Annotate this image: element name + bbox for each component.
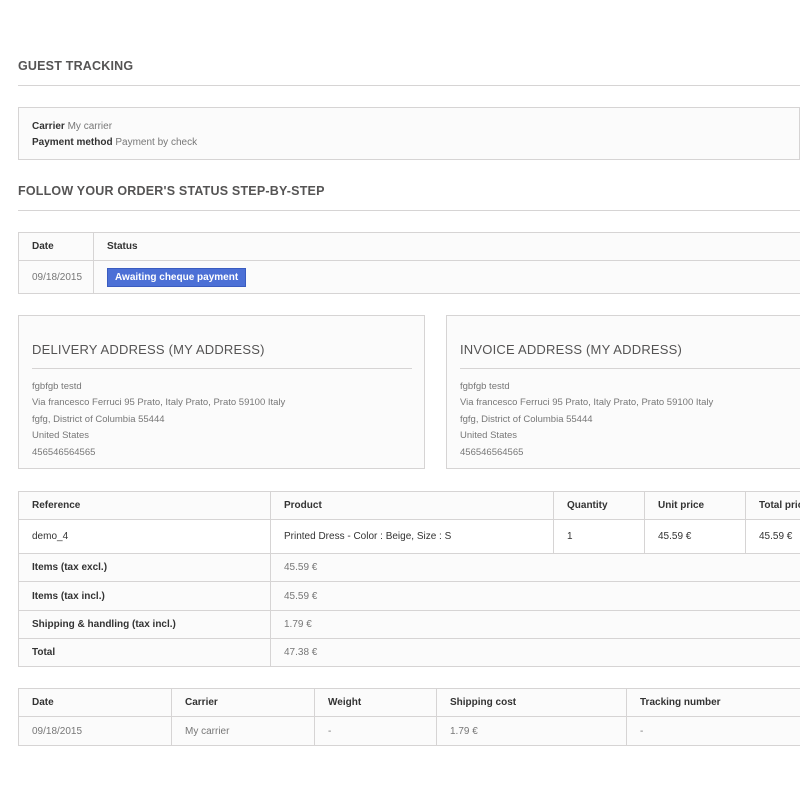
totals-row: Shipping & handling (tax incl.) 1.79 € — [18, 610, 800, 639]
delivery-name: fgbfgb testd — [32, 381, 82, 392]
totals-row: Items (tax excl.) 45.59 € — [18, 553, 800, 582]
products-table: Reference Product Quantity Unit price To… — [18, 491, 800, 667]
invoice-phone: 456546564565 — [460, 446, 524, 458]
invoice-address-divider — [460, 368, 800, 369]
delivery-street: Via francesco Ferruci 95 Prato, Italy Pr… — [32, 397, 286, 409]
product-total-price: 45.59 € — [745, 519, 800, 554]
shipping-handling-label: Shipping & handling (tax incl.) — [18, 610, 271, 639]
items-tax-excl-value: 45.59 € — [270, 553, 800, 582]
product-name: Printed Dress - Color : Beige, Size : S — [270, 519, 554, 554]
invoice-address-title: INVOICE ADDRESS (MY ADDRESS) — [460, 342, 683, 357]
shipping-header-tracking: Tracking number — [626, 688, 800, 717]
guest-tracking-title: GUEST TRACKING — [18, 59, 134, 73]
totals-row: Items (tax incl.) 45.59 € — [18, 581, 800, 611]
status-divider — [18, 210, 800, 211]
status-header-row: Date Status — [18, 232, 800, 261]
delivery-address-title: DELIVERY ADDRESS (MY ADDRESS) — [32, 342, 265, 357]
shipping-header-cost: Shipping cost — [436, 688, 627, 717]
table-row: 09/18/2015 My carrier - 1.79 € - — [18, 716, 800, 746]
product-quantity: 1 — [553, 519, 645, 554]
shipping-table: Date Carrier Weight Shipping cost Tracki… — [18, 688, 800, 746]
shipping-weight: - — [314, 716, 437, 746]
shipping-date: 09/18/2015 — [18, 716, 172, 746]
totals-row: Total 47.38 € — [18, 638, 800, 667]
payment-value: Payment by check — [115, 137, 198, 148]
products-header-quantity: Quantity — [553, 491, 645, 520]
table-row: demo_4 Printed Dress - Color : Beige, Si… — [18, 519, 800, 554]
shipping-header-carrier: Carrier — [171, 688, 315, 717]
status-date: 09/18/2015 — [18, 260, 94, 294]
product-unit-price: 45.59 € — [644, 519, 746, 554]
shipping-handling-value: 1.79 € — [270, 610, 800, 639]
title-divider — [18, 85, 800, 86]
delivery-phone: 456546564565 — [32, 446, 96, 458]
order-info-box: Carrier My carrier Payment method Paymen… — [18, 107, 800, 160]
invoice-city: fgfg, District of Columbia 55444 — [460, 413, 593, 425]
delivery-city: fgfg, District of Columbia 55444 — [32, 413, 165, 425]
products-header-total-price: Total price — [745, 491, 800, 520]
invoice-address-lines: fgbfgb testd Via francesco Ferruci 95 Pr… — [460, 379, 713, 461]
items-tax-excl-label: Items (tax excl.) — [18, 553, 271, 582]
shipping-tracking-number: - — [626, 716, 800, 746]
follow-status-title: FOLLOW YOUR ORDER'S STATUS STEP-BY-STEP — [18, 184, 325, 198]
table-row: 09/18/2015 Awaiting cheque payment — [18, 260, 800, 294]
items-tax-incl-label: Items (tax incl.) — [18, 581, 271, 611]
total-value: 47.38 € — [270, 638, 800, 667]
product-reference: demo_4 — [18, 519, 271, 554]
status-cell: Awaiting cheque payment — [93, 260, 800, 294]
delivery-country: United States — [32, 430, 90, 442]
shipping-cost: 1.79 € — [436, 716, 627, 746]
shipping-header-weight: Weight — [314, 688, 437, 717]
items-tax-incl-value: 45.59 € — [270, 581, 800, 611]
payment-label: Payment method — [32, 137, 113, 148]
carrier-info: Carrier My carrier — [32, 121, 112, 132]
total-label: Total — [18, 638, 271, 667]
order-tracking-page: GUEST TRACKING Carrier My carrier Paymen… — [18, 0, 800, 800]
shipping-header-row: Date Carrier Weight Shipping cost Tracki… — [18, 688, 800, 717]
shipping-carrier: My carrier — [171, 716, 315, 746]
status-badge: Awaiting cheque payment — [107, 267, 247, 287]
invoice-address-box: INVOICE ADDRESS (MY ADDRESS) fgbfgb test… — [446, 315, 800, 469]
products-header-product: Product — [270, 491, 554, 520]
payment-info: Payment method Payment by check — [32, 137, 197, 148]
products-header-reference: Reference — [18, 491, 271, 520]
status-table: Date Status 09/18/2015 Awaiting cheque p… — [18, 232, 800, 294]
delivery-address-divider — [32, 368, 412, 369]
delivery-address-box: DELIVERY ADDRESS (MY ADDRESS) fgbfgb tes… — [18, 315, 425, 469]
status-header-date: Date — [18, 232, 94, 261]
carrier-label: Carrier — [32, 121, 65, 132]
products-header-unit-price: Unit price — [644, 491, 746, 520]
products-header-row: Reference Product Quantity Unit price To… — [18, 491, 800, 520]
carrier-value: My carrier — [67, 121, 113, 132]
status-header-status: Status — [93, 232, 800, 261]
shipping-header-date: Date — [18, 688, 172, 717]
delivery-address-lines: fgbfgb testd Via francesco Ferruci 95 Pr… — [32, 379, 285, 461]
invoice-country: United States — [460, 430, 518, 442]
invoice-name: fgbfgb testd — [460, 381, 510, 392]
invoice-street: Via francesco Ferruci 95 Prato, Italy Pr… — [460, 397, 714, 409]
